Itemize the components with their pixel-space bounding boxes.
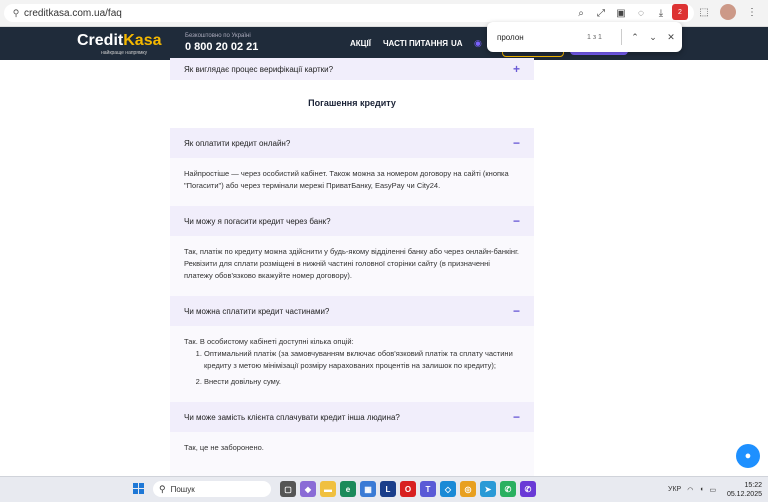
lang-indicator[interactable]: УКР bbox=[668, 486, 681, 493]
dropbox-icon[interactable]: ◇ bbox=[440, 481, 456, 497]
edge-icon[interactable]: e bbox=[340, 481, 356, 497]
taskbar-clock[interactable]: 15:22 05.12.2025 bbox=[727, 481, 762, 499]
menu-icon[interactable]: ⋮ bbox=[744, 4, 760, 20]
nav-faq[interactable]: ЧАСТІ ПИТАННЯ bbox=[383, 39, 448, 48]
logo-kasa: Kasa bbox=[123, 32, 162, 49]
chrome-icon[interactable]: ◎ bbox=[460, 481, 476, 497]
faq-answer-text: Так, це не заборонено. bbox=[184, 443, 264, 452]
faq-question-text: Як виглядає процес верифікації картки? bbox=[184, 64, 334, 74]
hide-icon[interactable]: ◌ bbox=[634, 5, 648, 21]
find-prev-icon[interactable]: ⌃ bbox=[626, 28, 644, 46]
faq-answer: Найпростіше — через особистий кабінет. Т… bbox=[170, 158, 534, 206]
logo-credit: Credit bbox=[77, 32, 124, 49]
url-text[interactable]: creditkasa.com.ua/faq bbox=[24, 8, 122, 19]
list-item: Оптимальний платіж (за замовчуванням вкл… bbox=[204, 348, 520, 372]
faq-answer-text: Найпростіше — через особистий кабінет. Т… bbox=[184, 169, 509, 190]
faq-question-pay-bank[interactable]: Чи можу я погасити кредит через банк? − bbox=[170, 206, 534, 236]
profile-avatar[interactable] bbox=[720, 4, 736, 20]
file-explorer-icon[interactable]: ▬ bbox=[320, 481, 336, 497]
search-icon: ⚲ bbox=[159, 483, 166, 494]
minus-icon[interactable]: − bbox=[513, 214, 520, 228]
plus-icon[interactable]: + bbox=[513, 62, 520, 76]
find-match-count: 1 з 1 bbox=[587, 33, 602, 41]
taskbar-search[interactable]: ⚲ Пошук bbox=[153, 481, 271, 497]
list-item: Внести довільну суму. bbox=[204, 376, 520, 388]
share-icon[interactable]: ⤢ bbox=[594, 5, 608, 21]
minus-icon[interactable]: − bbox=[513, 304, 520, 318]
faq-question-text: Чи можу я погасити кредит через банк? bbox=[184, 216, 331, 226]
taskbar-apps: ▢ ◆ ▬ e ▦ L O T ◇ ◎ ➤ ✆ ✆ bbox=[280, 481, 536, 497]
main-nav: АКЦІЇ ЧАСТІ ПИТАННЯ bbox=[350, 39, 448, 48]
site-logo[interactable]: CreditKasa найкраще напрямку bbox=[77, 32, 162, 56]
taskbar-search-label: Пошук bbox=[170, 484, 195, 494]
nav-promotions[interactable]: АКЦІЇ bbox=[350, 39, 371, 48]
find-in-page-bar: пролон 1 з 1 ⌃ ⌄ ✕ bbox=[487, 22, 682, 52]
faq-question-text: Чи можна сплатити кредит частинами? bbox=[184, 306, 330, 316]
find-close-icon[interactable]: ✕ bbox=[662, 28, 680, 46]
faq-question-pay-parts[interactable]: Чи можна сплатити кредит частинами? − bbox=[170, 296, 534, 326]
language-switch[interactable]: UA bbox=[451, 39, 463, 48]
windows-taskbar: ⚲ Пошук ▢ ◆ ▬ e ▦ L O T ◇ ◎ ➤ ✆ ✆ УКР ◠ … bbox=[0, 476, 768, 502]
opera-icon[interactable]: O bbox=[400, 481, 416, 497]
logo-tagline: найкраще напрямку bbox=[101, 50, 148, 56]
faq-answer: Так, платіж по кредиту можна здійснити у… bbox=[170, 236, 534, 296]
faq-answer: Так, це не заборонено. bbox=[170, 432, 534, 476]
download-icon[interactable]: ⤓ bbox=[654, 5, 668, 21]
minus-icon[interactable]: − bbox=[513, 136, 520, 150]
task-view-icon[interactable]: ▢ bbox=[280, 481, 296, 497]
chat-button[interactable]: ● bbox=[736, 444, 760, 468]
faq-question-text: Чи може замість клієнта сплачувати креди… bbox=[184, 412, 400, 422]
faq-answer-text: Так. В особистому кабінеті доступні кіль… bbox=[184, 337, 354, 346]
accessibility-eye-icon[interactable]: ◉ bbox=[474, 38, 482, 49]
translate-icon[interactable]: ▣ bbox=[614, 5, 628, 21]
viber-icon[interactable]: ✆ bbox=[520, 481, 536, 497]
telegram-icon[interactable]: ➤ bbox=[480, 481, 496, 497]
faq-question-pay-online[interactable]: Як оплатити кредит онлайн? − bbox=[170, 128, 534, 158]
app-l-icon[interactable]: L bbox=[380, 481, 396, 497]
store-icon[interactable]: ▦ bbox=[360, 481, 376, 497]
clock-date: 05.12.2025 bbox=[726, 491, 762, 498]
faq-question-text: Як оплатити кредит онлайн? bbox=[184, 138, 291, 148]
section-title: Погашення кредиту bbox=[308, 98, 396, 108]
whatsapp-icon[interactable]: ✆ bbox=[500, 481, 516, 497]
faq-question-other-person[interactable]: Чи може замість клієнта сплачувати креди… bbox=[170, 402, 534, 432]
find-next-icon[interactable]: ⌄ bbox=[644, 28, 662, 46]
system-tray: УКР ◠ ◖ ▭ bbox=[668, 477, 716, 502]
extension-badge-icon[interactable]: 2 bbox=[672, 4, 688, 20]
faq-answer: Так. В особистому кабінеті доступні кіль… bbox=[170, 326, 534, 402]
chat-bubble-icon: ● bbox=[744, 450, 752, 462]
teams-icon[interactable]: T bbox=[420, 481, 436, 497]
wifi-icon[interactable]: ◠ bbox=[687, 486, 693, 494]
find-input[interactable]: пролон bbox=[497, 33, 577, 42]
faq-answer-list: Оптимальний платіж (за замовчуванням вкл… bbox=[170, 348, 534, 388]
faq-question-verification[interactable]: Як виглядає процес верифікації картки? + bbox=[170, 58, 534, 80]
copilot-icon[interactable]: ◆ bbox=[300, 481, 316, 497]
minus-icon[interactable]: − bbox=[513, 410, 520, 424]
clock-time: 15:22 bbox=[744, 482, 762, 489]
windows-logo-icon bbox=[133, 483, 138, 488]
address-bar[interactable]: ⚲ creditkasa.com.ua/faq ⌕ ⤢ ▣ ◌ ⤓ ☆ bbox=[4, 4, 694, 22]
volume-icon[interactable]: ◖ bbox=[699, 486, 703, 493]
find-separator bbox=[621, 29, 622, 45]
free-call-label: Безкоштовно по Україні bbox=[185, 33, 251, 39]
start-button[interactable] bbox=[133, 483, 145, 495]
phone-number[interactable]: 0 800 20 02 21 bbox=[185, 41, 258, 53]
faq-answer-text: Так, платіж по кредиту можна здійснити у… bbox=[184, 247, 519, 280]
site-info-icon[interactable]: ⚲ bbox=[8, 8, 24, 19]
battery-icon[interactable]: ▭ bbox=[710, 486, 717, 494]
extensions-icon[interactable]: ⬚ bbox=[696, 4, 712, 20]
zoom-icon[interactable]: ⌕ bbox=[574, 5, 588, 21]
